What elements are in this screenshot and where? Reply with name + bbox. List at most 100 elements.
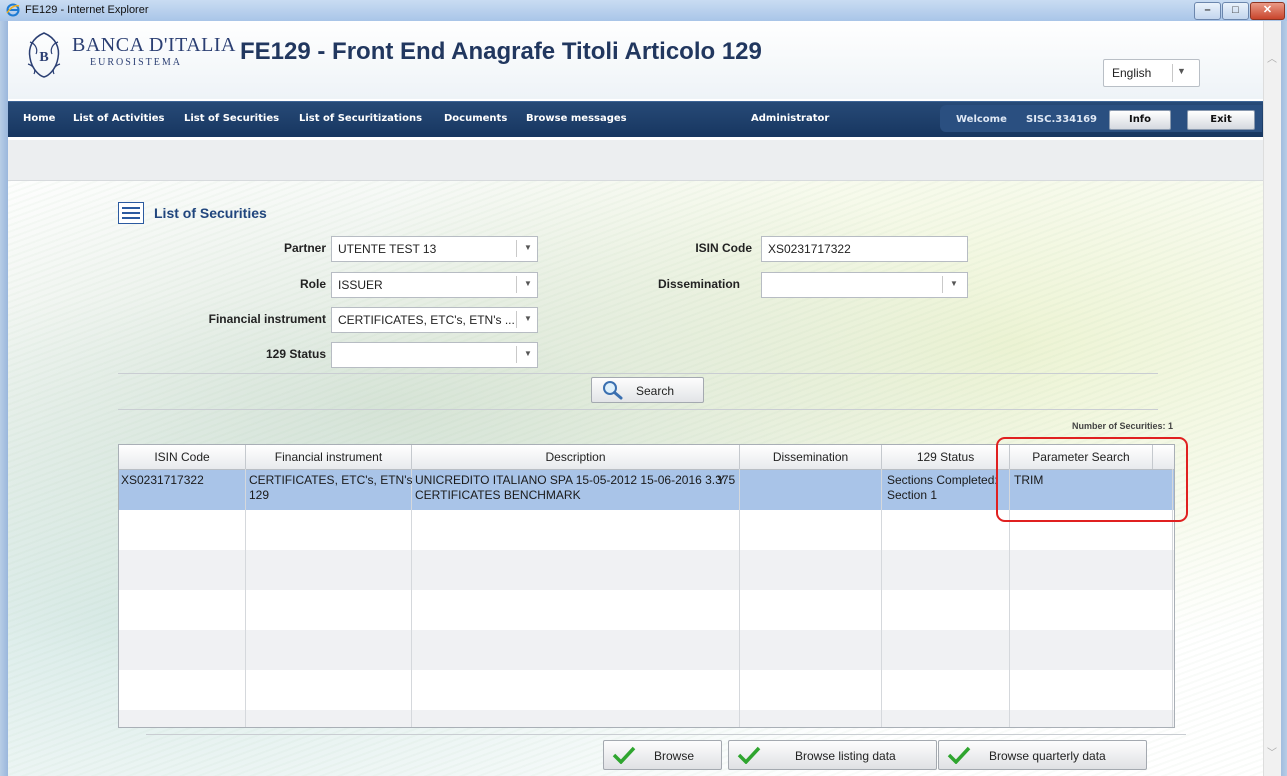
- cell-description-line2: CERTIFICATES BENCHMARK: [415, 488, 581, 502]
- search-icon: [603, 381, 623, 400]
- divider: [118, 409, 1158, 410]
- col-dissemination[interactable]: Dissemination: [740, 445, 882, 469]
- page: B BANCA D'ITALIA EUROSISTEMA FE129 - Fro…: [8, 21, 1263, 776]
- nav-browse-messages[interactable]: Browse messages: [526, 113, 627, 124]
- search-button[interactable]: Search: [591, 377, 704, 403]
- checkmark-icon: [737, 746, 761, 764]
- search-label: Search: [636, 384, 675, 398]
- financial-instrument-select[interactable]: CERTIFICATES, ETC's, ETN's ... ▼: [331, 307, 538, 333]
- chevron-down-icon: ▼: [1177, 66, 1186, 76]
- divider: [516, 240, 517, 257]
- divider: [942, 276, 943, 293]
- window-titlebar: FE129 - Internet Explorer – □ ✕: [0, 0, 1287, 22]
- nav-administrator[interactable]: Administrator: [751, 113, 829, 124]
- header: B BANCA D'ITALIA EUROSISTEMA FE129 - Fro…: [8, 21, 1263, 99]
- divider: [739, 469, 740, 727]
- bank-logo-icon: B: [27, 32, 61, 78]
- user-id: SISC.334169: [1026, 114, 1098, 125]
- close-icon: ✕: [1262, 4, 1273, 16]
- window-frame-left: [0, 21, 8, 776]
- list-icon: [118, 202, 144, 224]
- browse-listing-button[interactable]: Browse listing data: [728, 740, 937, 770]
- cell-isin: XS0231717322: [121, 473, 204, 487]
- checkmark-icon: [612, 746, 636, 764]
- col-129-status[interactable]: 129 Status: [882, 445, 1010, 469]
- welcome-label: Welcome: [956, 114, 1007, 125]
- minimize-icon: –: [1204, 4, 1211, 16]
- nav-list-of-securitizations[interactable]: List of Securitizations: [299, 113, 422, 124]
- internet-explorer-icon: [6, 3, 20, 17]
- col-isin-code[interactable]: ISIN Code: [119, 445, 246, 469]
- maximize-button[interactable]: □: [1222, 2, 1249, 20]
- securities-count: Number of Securities: 1: [1071, 421, 1173, 431]
- chevron-down-icon: ▼: [524, 279, 532, 288]
- isin-input-value: XS0231717322: [768, 242, 851, 256]
- col-financial-instrument[interactable]: Financial instrument: [246, 445, 412, 469]
- bank-name: BANCA D'ITALIA: [72, 34, 236, 56]
- bank-subtitle: EUROSISTEMA: [90, 57, 183, 68]
- app-title: FE129 - Front End Anagrafe Titoli Artico…: [240, 38, 762, 65]
- dissemination-label: Dissemination: [657, 277, 740, 291]
- window-title: FE129 - Internet Explorer: [25, 4, 149, 16]
- partner-select[interactable]: UTENTE TEST 13 ▼: [331, 236, 538, 262]
- chevron-down-icon[interactable]: ﹀: [1267, 749, 1277, 759]
- annotation-highlight-box: [996, 437, 1188, 522]
- role-value: ISSUER: [338, 278, 383, 292]
- divider: [245, 469, 246, 727]
- table-row: [119, 550, 1174, 590]
- toolbar-strip: [8, 140, 1263, 181]
- chevron-down-icon: ▼: [524, 314, 532, 323]
- isin-input[interactable]: XS0231717322: [761, 236, 968, 262]
- financial-instrument-label: Financial instrument: [208, 312, 326, 326]
- cell-description: UNICREDITO ITALIANO SPA 15-05-2012 15-06…: [415, 473, 736, 487]
- divider: [118, 373, 1158, 374]
- chevron-down-icon: ▼: [950, 279, 958, 288]
- checkmark-icon: [947, 746, 971, 764]
- role-select[interactable]: ISSUER ▼: [331, 272, 538, 298]
- page-scrollbar[interactable]: ︿ ﹀: [1263, 21, 1281, 776]
- chevron-up-icon[interactable]: ︿: [1267, 55, 1277, 65]
- maximize-icon: □: [1232, 4, 1239, 16]
- partner-label: Partner: [283, 241, 326, 255]
- cell-129-status-line2: Section 1: [887, 488, 938, 502]
- table-row: [119, 710, 1174, 727]
- table-row: [119, 630, 1174, 670]
- svg-text:B: B: [39, 50, 48, 65]
- close-button[interactable]: ✕: [1250, 2, 1285, 20]
- user-panel: Welcome SISC.334169 Info Exit: [940, 105, 1262, 132]
- browse-quarterly-button[interactable]: Browse quarterly data: [938, 740, 1147, 770]
- nav-documents[interactable]: Documents: [444, 113, 507, 124]
- nav-home[interactable]: Home: [23, 113, 55, 124]
- divider: [516, 311, 517, 328]
- cell-129-status: Sections Completed:: [887, 473, 998, 487]
- browse-label: Browse: [654, 749, 695, 763]
- language-select[interactable]: English ▼: [1103, 59, 1200, 87]
- page-title: List of Securities: [154, 205, 267, 221]
- browse-button[interactable]: Browse: [603, 740, 722, 770]
- exit-button[interactable]: Exit: [1187, 110, 1255, 130]
- divider: [516, 276, 517, 293]
- table-row: [119, 590, 1174, 630]
- nav-list-of-activities[interactable]: List of Activities: [73, 113, 164, 124]
- table-row: [119, 670, 1174, 710]
- divider: [411, 469, 412, 727]
- divider: [881, 469, 882, 727]
- chevron-down-icon: ▼: [524, 349, 532, 358]
- browse-quarterly-label: Browse quarterly data: [989, 749, 1106, 763]
- cell-financial-instrument: CERTIFICATES, ETC's, ETN's: [249, 473, 413, 487]
- col-description[interactable]: Description: [412, 445, 740, 469]
- minimize-button[interactable]: –: [1194, 2, 1221, 20]
- language-value: English: [1112, 66, 1152, 80]
- partner-value: UTENTE TEST 13: [338, 242, 437, 256]
- status-label: 129 Status: [265, 347, 326, 361]
- divider: [1172, 64, 1173, 82]
- info-button[interactable]: Info: [1109, 110, 1171, 130]
- status-select[interactable]: ▼: [331, 342, 538, 368]
- nav-list-of-securities[interactable]: List of Securities: [184, 113, 279, 124]
- browse-listing-label: Browse listing data: [795, 749, 896, 763]
- role-label: Role: [299, 277, 326, 291]
- cell-financial-instrument-line2: 129: [249, 488, 270, 502]
- dissemination-select[interactable]: ▼: [761, 272, 968, 298]
- chevron-down-icon: ▼: [524, 243, 532, 252]
- divider: [516, 346, 517, 363]
